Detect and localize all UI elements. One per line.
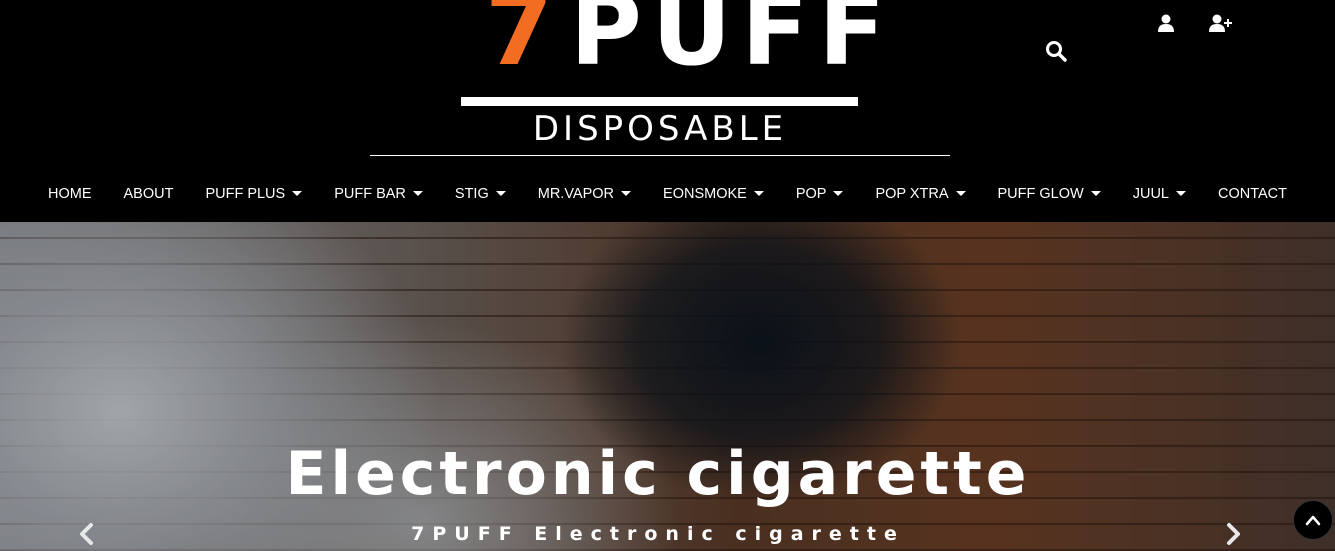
- search-icon[interactable]: [1045, 40, 1067, 62]
- nav-item-label: JUUL: [1132, 186, 1169, 202]
- nav-item-pop[interactable]: POP: [780, 176, 860, 212]
- nav-item-juul[interactable]: JUUL: [1117, 176, 1202, 212]
- chevron-left-icon: [80, 523, 93, 545]
- caret-down-icon: [1090, 190, 1101, 196]
- site-logo[interactable]: 7 PUFF DISPOSABLE: [370, 0, 950, 160]
- nav-item-label: PUFF GLOW: [997, 186, 1084, 202]
- chevron-up-icon: [1305, 515, 1321, 526]
- nav-item-label: HOME: [47, 186, 92, 202]
- site-header: 7 PUFF DISPOSABLE HOME ABOUT PUFF PLUS P…: [0, 0, 1335, 222]
- carousel-prev-button[interactable]: [77, 522, 97, 546]
- chevron-right-icon: [1227, 523, 1240, 545]
- nav-item-label: STIG: [454, 186, 489, 202]
- nav-item-label: EONSMOKE: [663, 186, 747, 202]
- carousel-next-button[interactable]: [1223, 522, 1243, 546]
- nav-item-label: PUFF BAR: [334, 186, 406, 202]
- nav-item-label: POP XTRA: [875, 186, 949, 202]
- nav-item-label: CONTACT: [1217, 186, 1287, 202]
- caret-down-icon: [495, 190, 506, 196]
- caret-down-icon: [412, 190, 423, 196]
- nav-item-pop-xtra[interactable]: POP XTRA: [859, 176, 981, 212]
- caret-down-icon: [292, 190, 303, 196]
- nav-item-label: PUFF PLUS: [205, 186, 286, 202]
- nav-item-stig[interactable]: STIG: [439, 176, 522, 212]
- nav-item-home[interactable]: HOME: [32, 176, 108, 212]
- logo-bar: [461, 97, 858, 106]
- nav-item-mr-vapor[interactable]: MR.VAPOR: [522, 176, 647, 212]
- caret-down-icon: [955, 190, 966, 196]
- nav-item-label: ABOUT: [123, 186, 174, 202]
- nav-item-about[interactable]: ABOUT: [107, 176, 189, 212]
- hero-subtitle: 7PUFF Electronic cigarette: [411, 523, 905, 545]
- nav-item-label: MR.VAPOR: [537, 186, 615, 202]
- scroll-to-top-button[interactable]: [1293, 500, 1333, 540]
- hero-carousel: Electronic cigarette 7PUFF Electronic ci…: [0, 222, 1335, 551]
- user-plus-icon[interactable]: [1209, 14, 1233, 32]
- nav-item-puff-bar[interactable]: PUFF BAR: [318, 176, 439, 212]
- user-icon[interactable]: [1157, 14, 1175, 32]
- logo-subtitle: DISPOSABLE: [532, 109, 788, 149]
- logo-word: PUFF: [570, 0, 896, 88]
- logo-number: 7: [485, 0, 554, 88]
- nav-item-label: POP: [795, 186, 827, 202]
- nav-item-contact[interactable]: CONTACT: [1202, 176, 1303, 212]
- hero-title: Electronic cigarette: [285, 439, 1031, 509]
- logo-divider: [370, 155, 950, 156]
- caret-down-icon: [621, 190, 632, 196]
- caret-down-icon: [753, 190, 764, 196]
- caret-down-icon: [1175, 190, 1186, 196]
- nav-item-puff-plus[interactable]: PUFF PLUS: [189, 176, 318, 212]
- nav-item-eonsmoke[interactable]: EONSMOKE: [647, 176, 780, 212]
- caret-down-icon: [833, 190, 844, 196]
- nav-item-puff-glow[interactable]: PUFF GLOW: [982, 176, 1117, 212]
- main-nav: HOME ABOUT PUFF PLUS PUFF BAR STIG MR.VA…: [0, 176, 1335, 212]
